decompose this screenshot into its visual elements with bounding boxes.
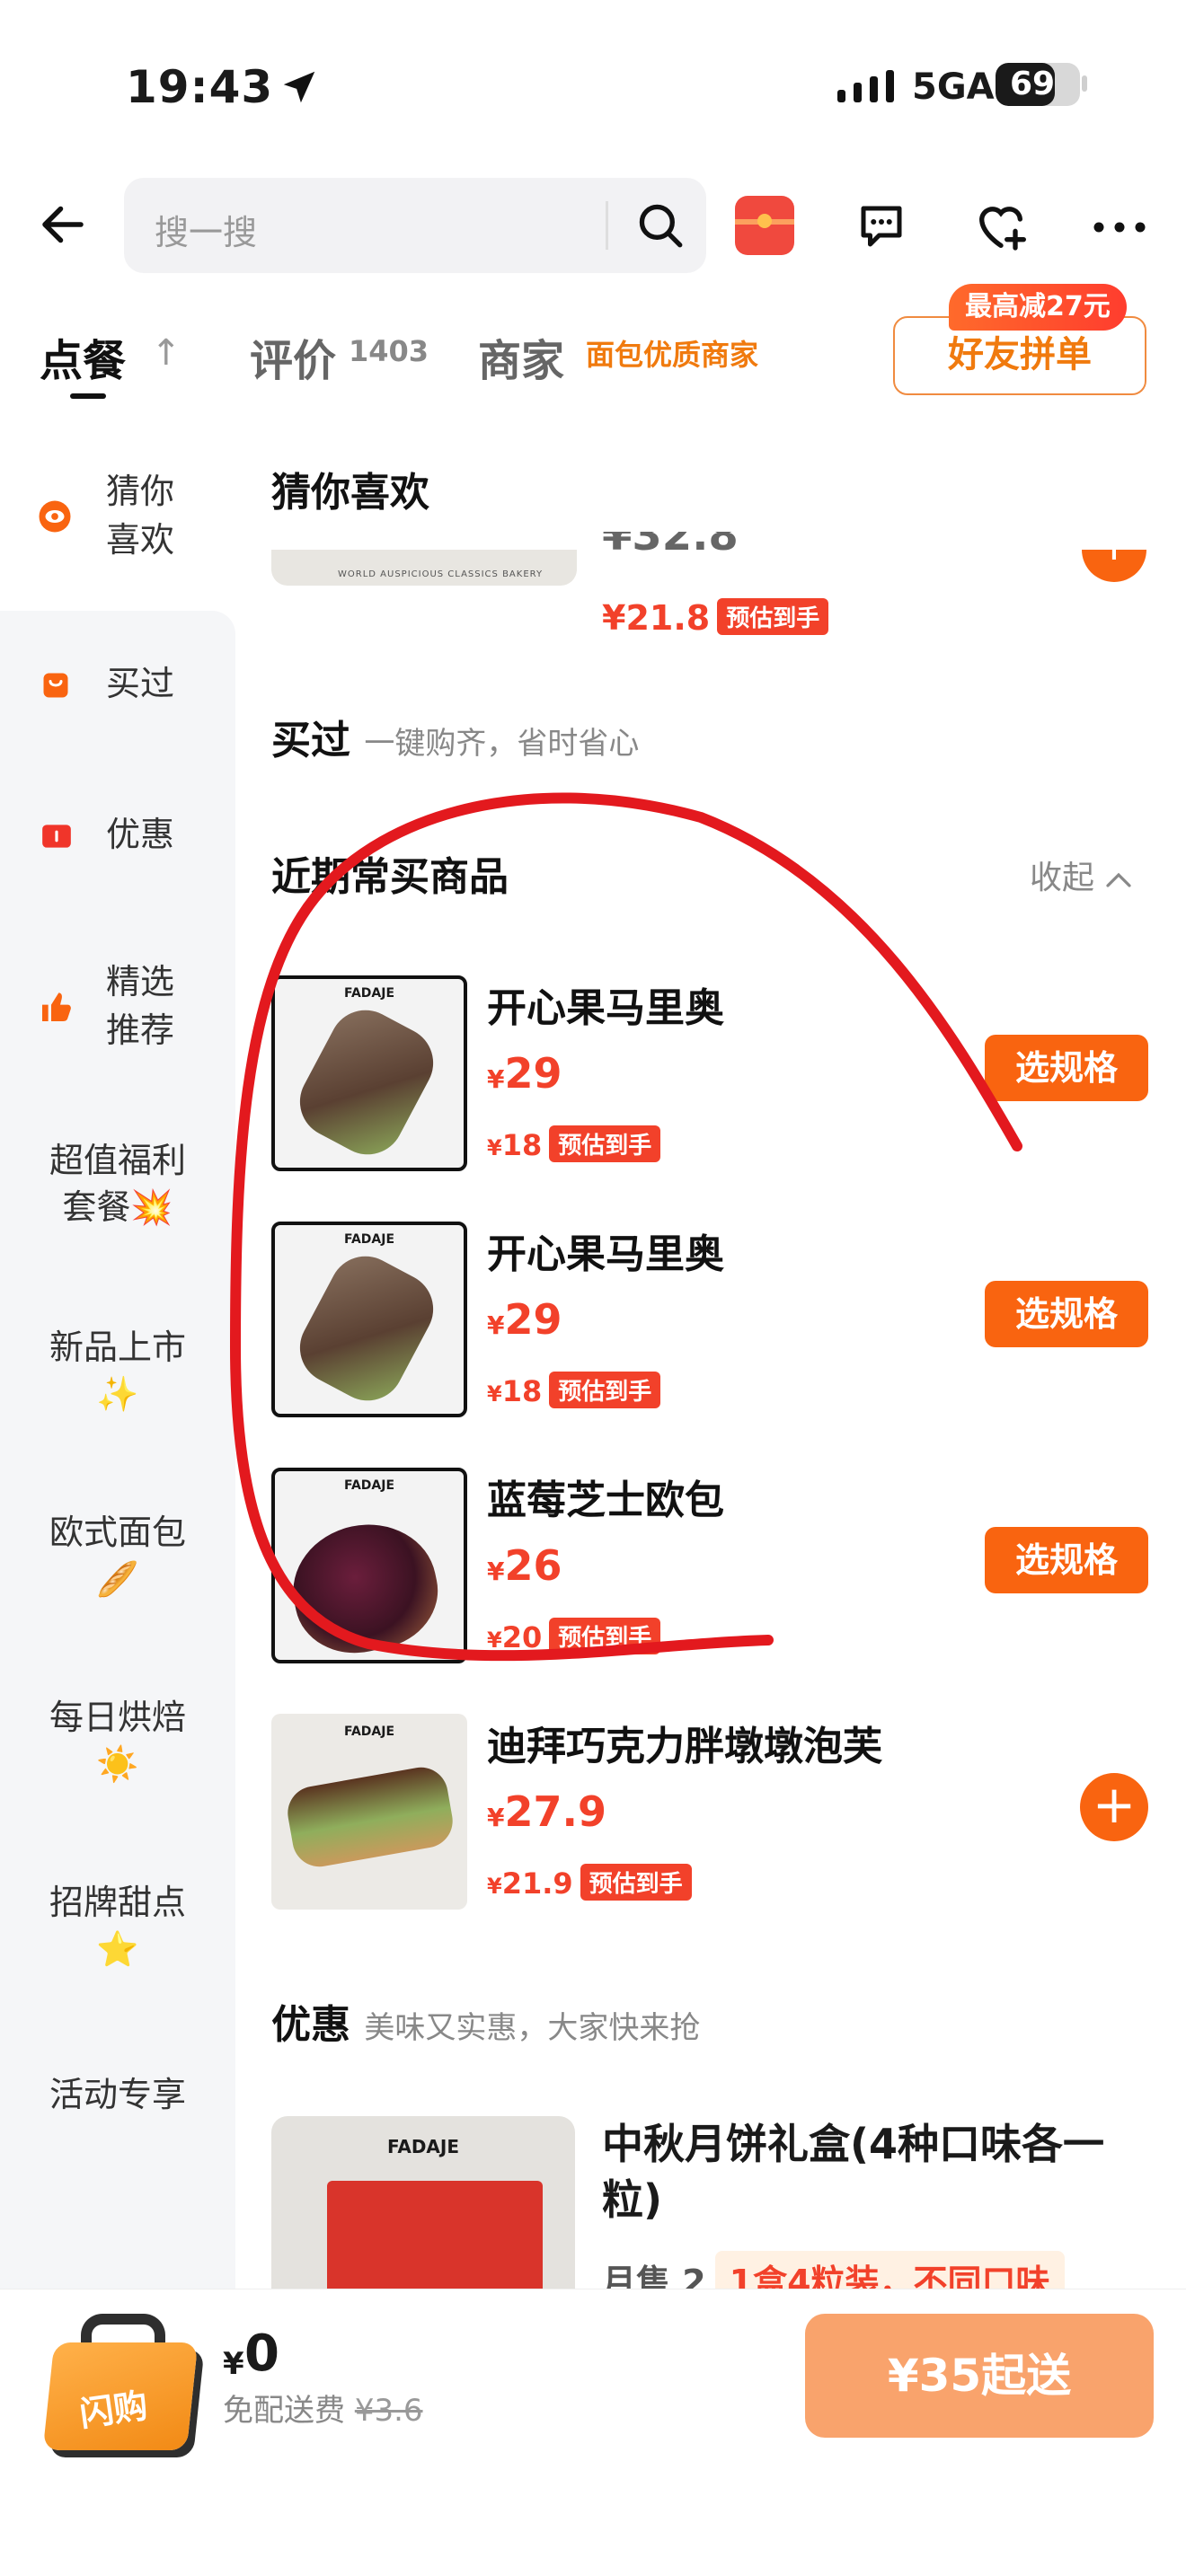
battery-level: 69 <box>1009 66 1056 102</box>
sort-up-icon[interactable]: ↑ <box>151 332 181 374</box>
product-image[interactable]: FADAJE <box>271 975 467 1171</box>
recommend-product-image[interactable]: WORLD AUSPICIOUS CLASSICS BAKERY <box>271 550 577 586</box>
chevron-up-icon <box>1106 872 1132 887</box>
collapse-button[interactable]: 收起 <box>1030 851 1133 898</box>
more-icon[interactable] <box>1093 221 1146 234</box>
brand-label: FADAJE <box>343 986 395 1001</box>
delivery-fee: 免配送费 ¥3.6 <box>223 2393 423 2429</box>
product-name[interactable]: 开心果马里奥 <box>487 975 724 1033</box>
product-image[interactable]: FADAJE <box>271 1468 467 1663</box>
message-icon[interactable] <box>854 199 909 253</box>
product-price: ¥27.9 <box>487 1787 606 1836</box>
search-icon[interactable] <box>634 199 686 251</box>
tab-active-indicator <box>70 393 106 399</box>
gift-box-shape <box>327 2181 543 2289</box>
app-screen: 19:43 5GA 69 搜一搜 点餐 ↑ 评价 1403 商家 面包优质商家 … <box>0 0 1186 2576</box>
deal-product-name[interactable]: 中秋月饼礼盒(4种口味各一粒) <box>602 2116 1150 2228</box>
back-arrow-icon[interactable] <box>36 198 90 251</box>
brand-label: FADAJE <box>343 1725 395 1739</box>
tab-shop[interactable]: 商家 <box>478 325 564 388</box>
sidebar-item-label: 精选推荐 <box>106 962 175 1050</box>
search-divider <box>606 201 608 250</box>
select-spec-button[interactable]: 选规格 <box>985 1035 1148 1101</box>
total-price: 0 <box>244 2325 279 2383</box>
product-name[interactable]: 迪拜巧克力胖墩墩泡芙 <box>487 1714 882 1771</box>
recommend-price-partial: ¥32.8 <box>602 532 739 559</box>
cart-bag[interactable]: 闪购 <box>34 2307 205 2459</box>
recommend-add-partial[interactable]: + <box>1082 550 1146 582</box>
product-est-price: ¥18 预估到手 <box>487 1125 661 1166</box>
product-est-price: ¥21.9 预估到手 <box>487 1863 692 1904</box>
battery-icon: 69 <box>996 63 1080 106</box>
recommend-image-caption: WORLD AUSPICIOUS CLASSICS BAKERY <box>338 569 544 579</box>
product-image[interactable]: FADAJE <box>271 1714 467 1910</box>
bag-icon <box>43 673 68 698</box>
red-packet-icon[interactable] <box>735 196 794 255</box>
total-currency: ¥ <box>223 2346 244 2382</box>
product-est-price: ¥18 预估到手 <box>487 1371 661 1412</box>
favorite-add-icon[interactable] <box>972 198 1030 255</box>
min-order-button[interactable]: ¥35起送 <box>805 2314 1154 2438</box>
brand-label: FADAJE <box>343 1478 395 1493</box>
recommend-section-title: 猜你喜欢 <box>271 470 429 516</box>
sidebar-item-daily-bake[interactable]: 每日烘焙☀️ <box>0 1694 235 1787</box>
bread-shape <box>281 1511 448 1660</box>
deals-section-title: 优惠 美味又实惠，大家快来抢 <box>271 2002 701 2048</box>
sidebar-item-value-set[interactable]: 超值福利套餐💥 <box>0 1137 235 1231</box>
product-name[interactable]: 开心果马里奥 <box>487 1222 724 1279</box>
location-arrow-icon <box>283 71 315 103</box>
eye-icon <box>39 500 71 533</box>
bread-shape <box>287 1243 447 1414</box>
product-name[interactable]: 蓝莓芝士欧包 <box>487 1468 724 1525</box>
product-price: ¥29 <box>487 1049 562 1098</box>
reviews-count: 1403 <box>349 334 429 368</box>
network-type: 5GA <box>912 66 995 108</box>
recommend-est-price: ¥21.8 预估到手 <box>602 598 829 639</box>
sidebar-item-label: 猜你喜欢 <box>106 472 175 560</box>
sidebar-item-deals[interactable]: 优惠 <box>0 805 235 868</box>
deal-desc-badge: 1盒4粒装，不同口味 <box>714 2251 1065 2289</box>
deal-sold: 月售 2 <box>602 2263 706 2289</box>
cart-bag-label: 闪购 <box>76 2385 151 2435</box>
deals-subtitle: 美味又实惠，大家快来抢 <box>364 2010 701 2046</box>
sidebar-item-featured[interactable]: 精选推荐 <box>0 954 235 1062</box>
sidebar-item-label: 买过 <box>106 664 175 703</box>
status-time: 19:43 <box>126 61 274 113</box>
bought-subtitle: 一键购齐，省时省心 <box>364 726 640 762</box>
battery-tip <box>1082 75 1087 92</box>
bread-shape <box>287 997 447 1168</box>
product-price: ¥26 <box>487 1541 562 1590</box>
recent-title: 近期常买商品 <box>271 854 509 900</box>
ticket-icon <box>42 825 71 848</box>
deal-product-image[interactable]: FADAJE <box>271 2116 575 2289</box>
sidebar-item-events[interactable]: 活动专享 <box>0 2071 235 2118</box>
add-to-cart-button[interactable]: + <box>1080 1773 1148 1841</box>
friend-order-discount-badge: 最高减27元 <box>949 284 1127 331</box>
tab-reviews[interactable]: 评价 <box>250 325 336 388</box>
tab-order[interactable]: 点餐 <box>40 325 126 388</box>
signal-icon <box>837 70 894 102</box>
shop-tag: 面包优质商家 <box>586 338 759 372</box>
sidebar-item-signature-dessert[interactable]: 招牌甜点⭐ <box>0 1879 235 1972</box>
brand-label: FADAJE <box>343 1232 395 1247</box>
sidebar-item-bought[interactable]: 买过 <box>0 654 235 717</box>
product-est-price: ¥20 预估到手 <box>487 1617 661 1658</box>
sidebar-item-new[interactable]: 新品上市✨ <box>0 1324 235 1417</box>
sidebar-item-european-bread[interactable]: 欧式面包🥖 <box>0 1509 235 1602</box>
search-placeholder: 搜一搜 <box>155 213 258 252</box>
sidebar-item-label: 优惠 <box>106 815 175 854</box>
select-spec-button[interactable]: 选规格 <box>985 1527 1148 1593</box>
select-spec-button[interactable]: 选规格 <box>985 1281 1148 1347</box>
product-image[interactable]: FADAJE <box>271 1222 467 1417</box>
eclair-shape <box>283 1763 457 1871</box>
brand-label: FADAJE <box>386 2136 460 2157</box>
product-price: ¥29 <box>487 1295 562 1344</box>
sidebar-item-recommend[interactable]: 猜你喜欢 <box>0 458 235 575</box>
thumbs-up-icon <box>42 992 71 1021</box>
search-box[interactable]: 搜一搜 <box>124 178 706 273</box>
bought-section-title: 买过 一键购齐，省时省心 <box>271 718 640 763</box>
deal-meta: 月售 2 1盒4粒装，不同口味 <box>602 2251 1065 2289</box>
